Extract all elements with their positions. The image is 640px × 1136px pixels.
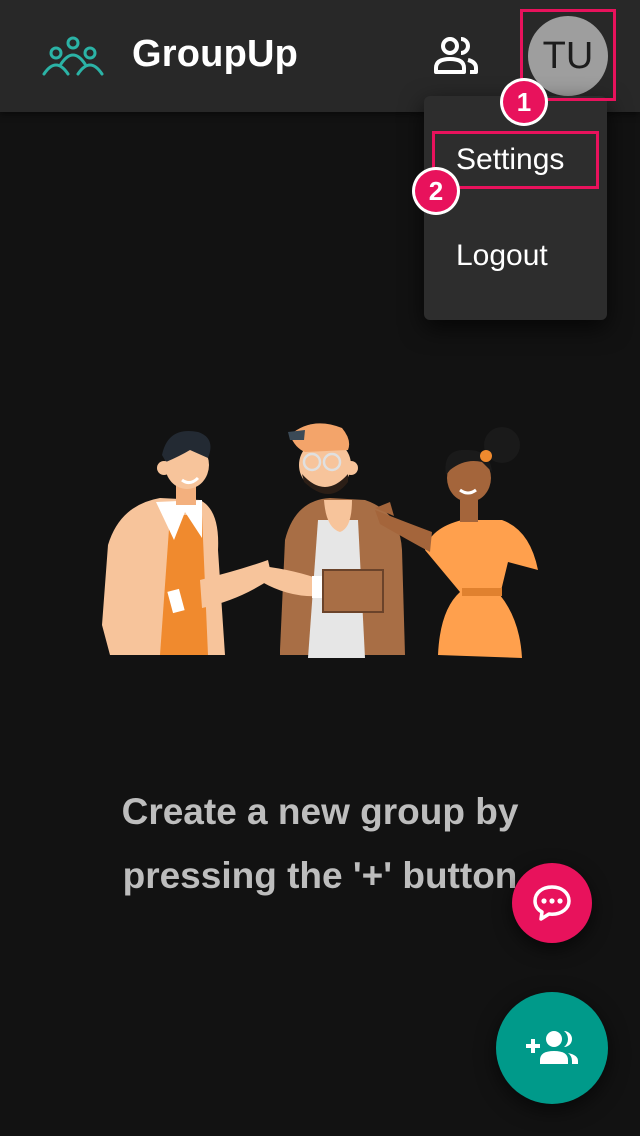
people-icon[interactable] xyxy=(428,32,484,80)
add-group-icon xyxy=(526,1031,578,1064)
account-menu: Settings Logout xyxy=(424,96,607,320)
empty-state-line-2: pressing the '+' button xyxy=(122,855,518,896)
add-group-fab-button[interactable] xyxy=(496,992,608,1104)
group-logo-icon xyxy=(42,36,104,76)
step-badge-2: 2 xyxy=(415,170,457,212)
empty-state-line-1: Create a new group by xyxy=(121,791,519,832)
three-people-illustration xyxy=(102,423,538,658)
empty-state-message: Create a new group by pressing the '+' b… xyxy=(70,780,570,908)
chat-bubble-icon xyxy=(533,885,571,921)
user-avatar[interactable]: TU xyxy=(528,16,608,96)
step-badge-1: 1 xyxy=(503,81,545,123)
menu-item-logout[interactable]: Logout xyxy=(424,224,607,288)
chat-fab-button[interactable] xyxy=(512,863,592,943)
app-title: GroupUp xyxy=(132,33,299,75)
